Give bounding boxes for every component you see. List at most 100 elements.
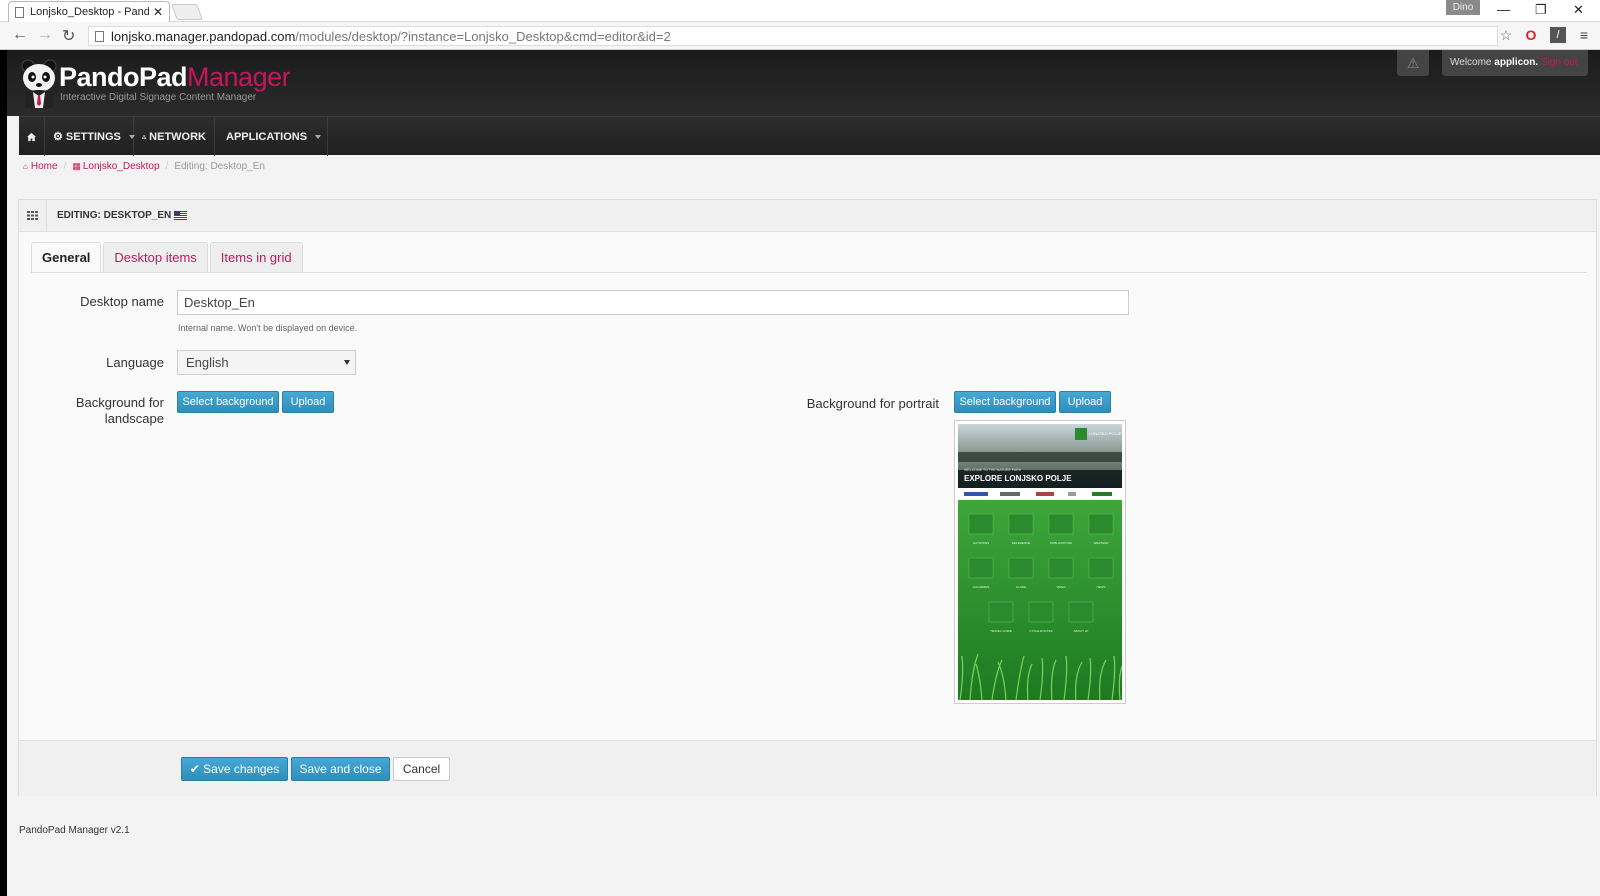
bg-landscape-label: Background for landscape bbox=[75, 395, 164, 426]
language-value: English bbox=[186, 355, 229, 370]
cancel-button[interactable]: Cancel bbox=[393, 757, 450, 781]
save-changes-label: Save changes bbox=[203, 762, 280, 776]
nav-home[interactable] bbox=[19, 117, 45, 156]
reload-icon[interactable]: ↻ bbox=[62, 26, 75, 46]
welcome-box: Welcome applicon. Sign out bbox=[1442, 50, 1588, 76]
page-icon bbox=[95, 30, 104, 42]
select-background-landscape-button[interactable]: Select background bbox=[177, 391, 279, 413]
preview-subheading: WELCOME TO THE NATURE PARK bbox=[964, 468, 1022, 472]
panel-header: EDITING: DESKTOP_EN bbox=[19, 199, 1596, 232]
breadcrumb-current: Editing: Desktop_En bbox=[174, 161, 265, 172]
user-name: applicon. bbox=[1494, 57, 1539, 68]
preview-tile-label: VIDEO bbox=[1056, 585, 1066, 589]
preview-image: LONJSKO POLJE WELCOME TO THE NATURE PARK… bbox=[958, 424, 1123, 701]
desktop-name-help: Internal name. Won't be displayed on dev… bbox=[178, 323, 358, 333]
brand-main: PandoPad bbox=[59, 62, 188, 92]
save-and-close-button[interactable]: Save and close bbox=[291, 757, 390, 781]
chevron-down-icon bbox=[315, 134, 322, 139]
restore-icon[interactable]: ❐ bbox=[1535, 2, 1547, 18]
extension-icon[interactable]: / bbox=[1550, 27, 1566, 43]
panda-logo-icon bbox=[21, 59, 57, 108]
preview-tile-label: GLADE bbox=[1016, 585, 1026, 589]
chevron-down-icon bbox=[344, 360, 350, 365]
language-label: Language bbox=[106, 355, 164, 370]
nav-settings-label: SETTINGS bbox=[65, 130, 121, 143]
url-path: /modules/desktop/?instance=Lonjsko_Deskt… bbox=[295, 28, 671, 44]
preview-tile-label: GALLERIES bbox=[973, 585, 990, 589]
nav-network-label: NETWORK bbox=[149, 130, 206, 143]
page-icon bbox=[15, 6, 24, 18]
welcome-text: Welcome bbox=[1450, 57, 1492, 68]
brand-tagline: Interactive Digital Signage Content Mana… bbox=[60, 92, 257, 103]
profile-badge[interactable]: Dino bbox=[1446, 0, 1480, 15]
preview-tile-label: PUBLICATIONS bbox=[1050, 541, 1072, 545]
preview-tile-label: CYCLE ROUTES bbox=[1029, 629, 1052, 633]
app-header: PandoPadManager Interactive Digital Sign… bbox=[7, 50, 1600, 116]
app-version: PandoPad Manager v2.1 bbox=[19, 825, 130, 836]
breadcrumb-separator: / bbox=[63, 161, 67, 172]
menu-icon[interactable]: ≡ bbox=[1576, 27, 1592, 43]
preview-heading: EXPLORE LONJSKO POLJE bbox=[964, 474, 1072, 483]
select-background-portrait-button[interactable]: Select background bbox=[954, 391, 1056, 413]
panel-title: EDITING: DESKTOP_EN bbox=[57, 210, 172, 221]
check-icon: ✔ bbox=[189, 762, 200, 776]
opera-icon[interactable]: O bbox=[1523, 27, 1539, 43]
minimize-icon[interactable]: — bbox=[1497, 2, 1510, 17]
nav-settings[interactable]: ⚙ SETTINGS bbox=[45, 117, 135, 156]
breadcrumb-instance[interactable]: Lonjsko_Desktop bbox=[83, 161, 160, 172]
gear-icon: ⚙ bbox=[53, 131, 63, 143]
form-actions: ✔ Save changes Save and close Cancel bbox=[19, 740, 1596, 796]
bookmark-star-icon[interactable]: ☆ bbox=[1498, 27, 1514, 43]
new-tab-button[interactable] bbox=[171, 4, 203, 20]
save-changes-button[interactable]: ✔ Save changes bbox=[181, 757, 288, 781]
browser-tab[interactable]: Lonjsko_Desktop - PandoPad ✕ bbox=[8, 1, 170, 22]
preview-tile-label: ACTIVITIES bbox=[973, 541, 989, 545]
page: PandoPadManager Interactive Digital Sign… bbox=[7, 50, 1600, 896]
sign-out-link[interactable]: Sign out bbox=[1541, 57, 1578, 68]
nav-network[interactable]: NETWORK bbox=[134, 117, 215, 156]
nav-applications-label: APPLICATIONS bbox=[226, 130, 308, 143]
breadcrumb: ⌂ Home / ▦ Lonjsko_Desktop / Editing: De… bbox=[23, 161, 265, 172]
desktop-name-input[interactable] bbox=[177, 290, 1129, 315]
editor-tabs: General Desktop items Items in grid bbox=[31, 242, 305, 273]
nav-applications[interactable]: APPLICATIONS bbox=[215, 117, 328, 156]
preview-tile-label: NEWS bbox=[1097, 585, 1106, 589]
tab-divider bbox=[31, 272, 1587, 273]
language-select[interactable]: English bbox=[177, 350, 356, 375]
url-host: lonjsko.manager.pandopad.com bbox=[111, 28, 296, 44]
preview-tile-label: REFERENCE bbox=[1012, 541, 1031, 545]
close-tab-icon[interactable]: ✕ bbox=[153, 5, 163, 19]
tab-items-in-grid[interactable]: Items in grid bbox=[209, 242, 303, 273]
home-icon bbox=[27, 132, 36, 141]
breadcrumb-home[interactable]: Home bbox=[31, 161, 58, 172]
close-window-icon[interactable]: ✕ bbox=[1573, 2, 1584, 18]
preview-tile-label: ABOUT LP bbox=[1074, 629, 1089, 633]
upload-portrait-button[interactable]: Upload bbox=[1059, 391, 1111, 413]
brand-accent: Manager bbox=[187, 62, 291, 92]
grid-icon: ▦ bbox=[72, 161, 81, 171]
desktop-name-label: Desktop name bbox=[80, 294, 164, 309]
back-icon[interactable]: ← bbox=[12, 26, 28, 44]
main-navigation: ⚙ SETTINGS NETWORK APPLICATIONS bbox=[19, 116, 1600, 156]
preview-logo: LONJSKO POLJE bbox=[1089, 431, 1122, 436]
breadcrumb-separator: / bbox=[165, 161, 169, 172]
bg-portrait-label: Background for portrait bbox=[806, 396, 939, 411]
address-bar[interactable]: lonjsko.manager.pandopad.com/modules/des… bbox=[88, 26, 1498, 46]
browser-tab-title: Lonjsko_Desktop - PandoPad bbox=[30, 6, 149, 18]
portrait-background-preview[interactable]: LONJSKO POLJE WELCOME TO THE NATURE PARK… bbox=[954, 420, 1126, 704]
home-icon: ⌂ bbox=[23, 162, 28, 171]
grid-icon bbox=[19, 199, 47, 232]
upload-landscape-button[interactable]: Upload bbox=[282, 391, 334, 413]
us-flag-icon bbox=[174, 211, 188, 220]
preview-tile-label: WEATHER bbox=[1094, 541, 1110, 545]
tab-general[interactable]: General bbox=[31, 242, 102, 273]
tab-desktop-items[interactable]: Desktop items bbox=[103, 242, 208, 273]
brand-title: PandoPadManager bbox=[59, 62, 291, 93]
warning-icon[interactable]: ⚠ bbox=[1397, 50, 1429, 76]
sitemap-icon bbox=[142, 134, 147, 139]
browser-toolbar: ← → ↻ lonjsko.manager.pandopad.com/modul… bbox=[0, 22, 1600, 50]
editor-panel: EDITING: DESKTOP_EN General Desktop item… bbox=[18, 199, 1597, 796]
forward-icon[interactable]: → bbox=[37, 26, 53, 44]
browser-tab-bar: Lonjsko_Desktop - PandoPad ✕ Dino — ❐ ✕ bbox=[0, 0, 1600, 22]
preview-tile-label: TRAVEL GUIDE bbox=[990, 629, 1012, 633]
